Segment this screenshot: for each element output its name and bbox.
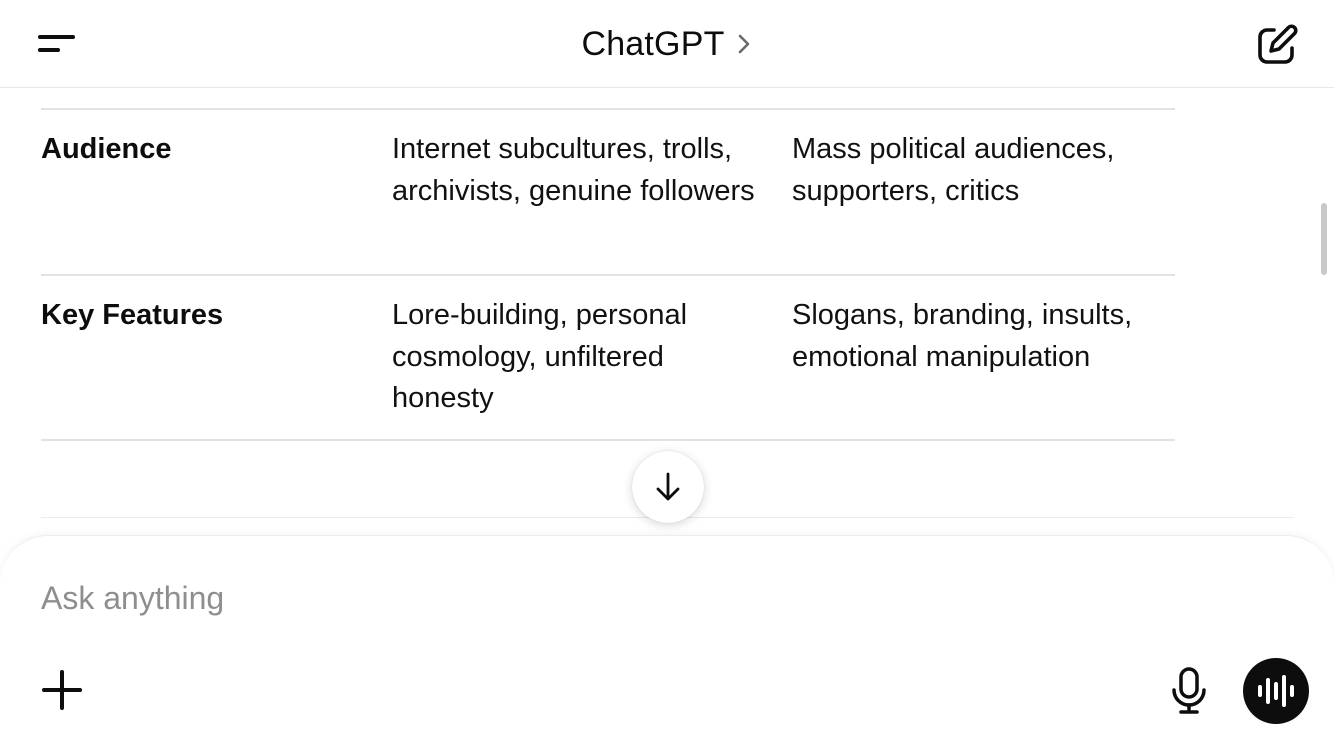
- composer: [0, 535, 1334, 750]
- scrollbar[interactable]: [1321, 203, 1327, 275]
- table-cell: Mass political audiences, supporters, cr…: [792, 133, 1115, 207]
- table-cell: Internet subcultures, trolls, archivists…: [392, 133, 755, 207]
- row-header: Key Features: [41, 299, 224, 331]
- table-divider: [41, 439, 1175, 441]
- model-selector[interactable]: ChatGPT: [560, 22, 774, 66]
- voice-mode-button[interactable]: [1243, 658, 1309, 724]
- menu-icon[interactable]: [30, 22, 82, 66]
- table-row: Key Features Lore-building, personal cos…: [41, 295, 1175, 435]
- plus-icon[interactable]: [38, 666, 86, 714]
- table-row: Audience Internet subcultures, trolls, a…: [41, 129, 1175, 269]
- table-divider: [41, 274, 1175, 276]
- table-cell: Slogans, branding, insults, emotional ma…: [792, 299, 1133, 373]
- message-input[interactable]: [41, 576, 1141, 620]
- compose-icon[interactable]: [1252, 20, 1302, 70]
- app-title: ChatGPT: [581, 24, 725, 63]
- table-cell: Lore-building, personal cosmology, unfil…: [392, 299, 688, 414]
- arrow-down-icon: [656, 472, 680, 501]
- scroll-to-bottom-button[interactable]: [632, 451, 704, 523]
- row-header: Audience: [41, 133, 172, 165]
- chevron-right-icon: [738, 34, 749, 54]
- voice-waveform-icon: [1258, 675, 1294, 707]
- table-divider: [41, 108, 1175, 110]
- top-bar: ChatGPT: [0, 0, 1334, 88]
- microphone-icon[interactable]: [1166, 666, 1212, 716]
